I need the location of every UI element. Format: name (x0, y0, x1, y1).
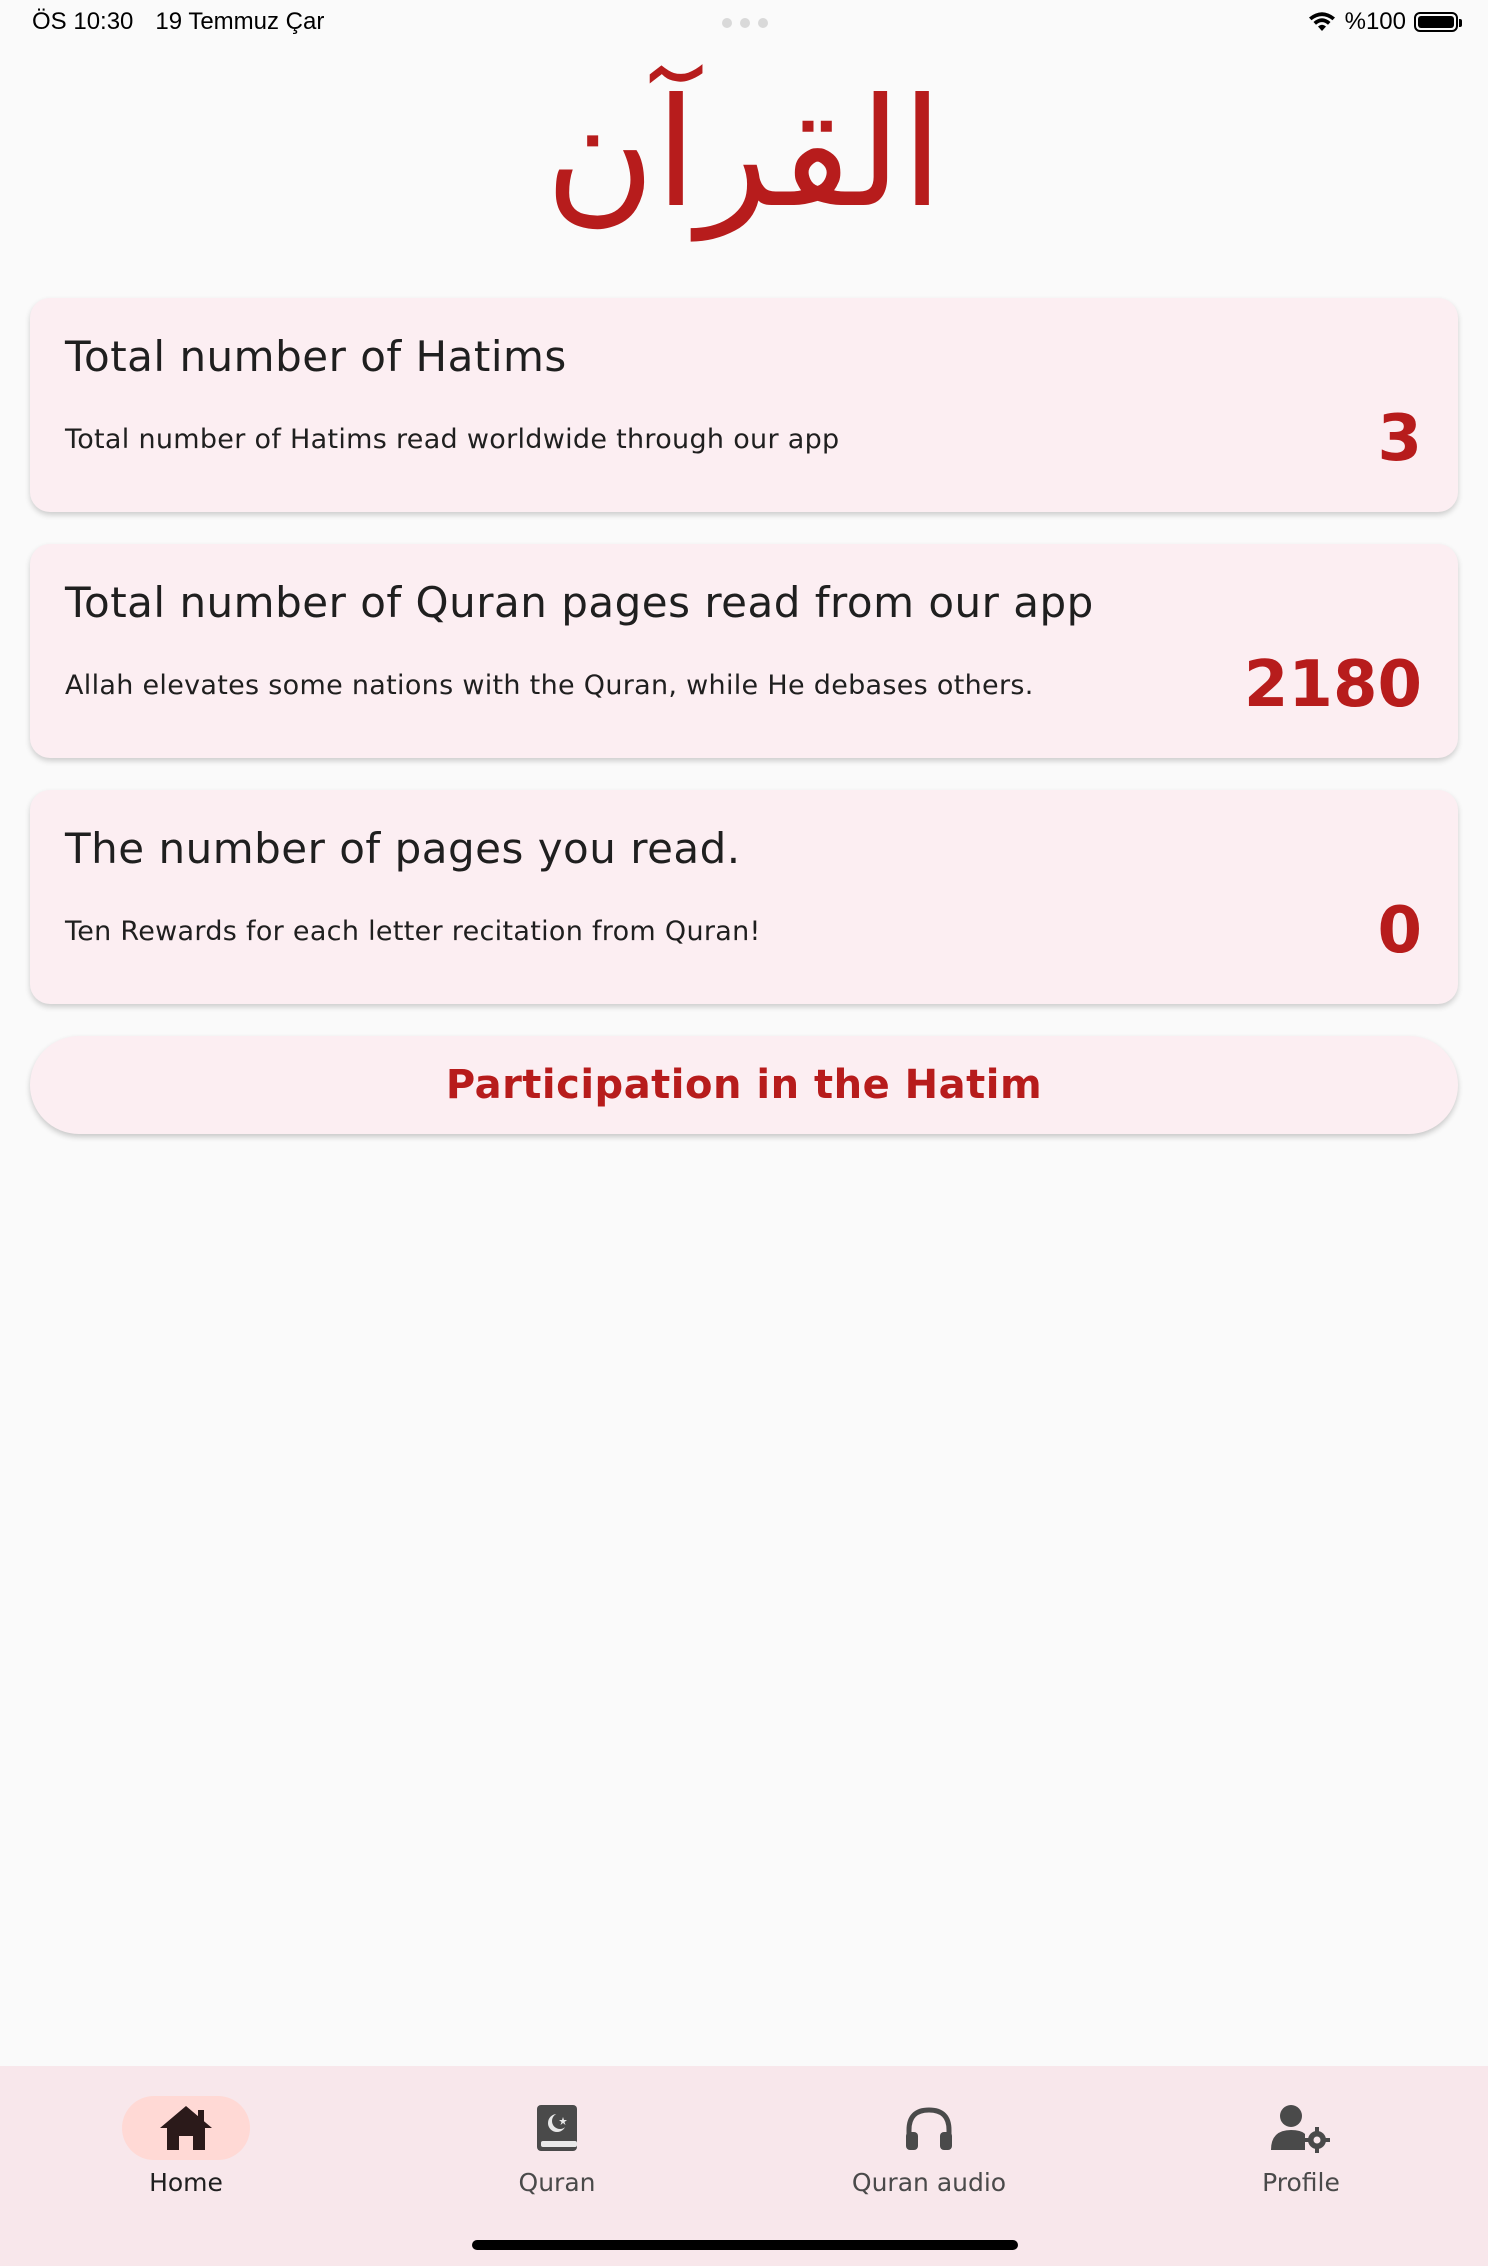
nav-label-home: Home (149, 2168, 223, 2197)
nav-label-profile: Profile (1262, 2168, 1340, 2197)
card-subtitle: Allah elevates some nations with the Qur… (65, 670, 1034, 701)
nav-label-quran-audio: Quran audio (851, 2168, 1007, 2197)
battery-percentage: %100 (1344, 8, 1406, 35)
your-pages-card: The number of pages you read. Ten Reward… (30, 790, 1458, 1004)
card-title: The number of pages you read. (65, 824, 741, 873)
card-subtitle: Total number of Hatims read worldwide th… (65, 424, 840, 455)
nav-item-profile[interactable]: Profile (1181, 2096, 1421, 2236)
home-indicator[interactable] (472, 2240, 1018, 2250)
headphones-icon (906, 2107, 952, 2150)
your-pages-value: 0 (1377, 894, 1422, 968)
logo-text: القرآن (545, 64, 943, 242)
card-title: Total number of Hatims (65, 332, 567, 381)
app-logo: القرآن (0, 40, 1488, 270)
multitasking-dots[interactable] (722, 18, 768, 28)
nav-item-quran[interactable]: Quran (437, 2096, 677, 2236)
battery-icon (1414, 12, 1462, 32)
participation-button[interactable]: Participation in the Hatim (30, 1036, 1458, 1134)
card-subtitle: Ten Rewards for each letter recitation f… (65, 916, 761, 947)
total-hatims-card: Total number of Hatims Total number of H… (30, 298, 1458, 512)
nav-label-quran: Quran (518, 2168, 596, 2197)
total-hatims-value: 3 (1377, 402, 1422, 476)
status-date: 19 Temmuz Çar (155, 8, 325, 35)
bottom-navigation: Home Quran Quran audio Profile (0, 2066, 1488, 2266)
nav-item-quran-audio[interactable]: Quran audio (809, 2096, 1049, 2236)
home-icon (160, 2106, 212, 2150)
status-right: %100 (1307, 8, 1462, 36)
wifi-icon (1308, 12, 1335, 31)
nav-active-indicator (122, 2096, 250, 2160)
nav-item-home[interactable]: Home (66, 2096, 306, 2236)
card-title: Total number of Quran pages read from ou… (65, 578, 1094, 627)
profile-settings-icon (1271, 2105, 1330, 2153)
total-pages-card: Total number of Quran pages read from ou… (30, 544, 1458, 758)
total-pages-value: 2180 (1243, 648, 1422, 722)
quran-book-icon (537, 2105, 577, 2151)
status-left: ÖS 10:30 19 Temmuz Çar (32, 8, 324, 36)
status-time: ÖS 10:30 (32, 8, 134, 35)
